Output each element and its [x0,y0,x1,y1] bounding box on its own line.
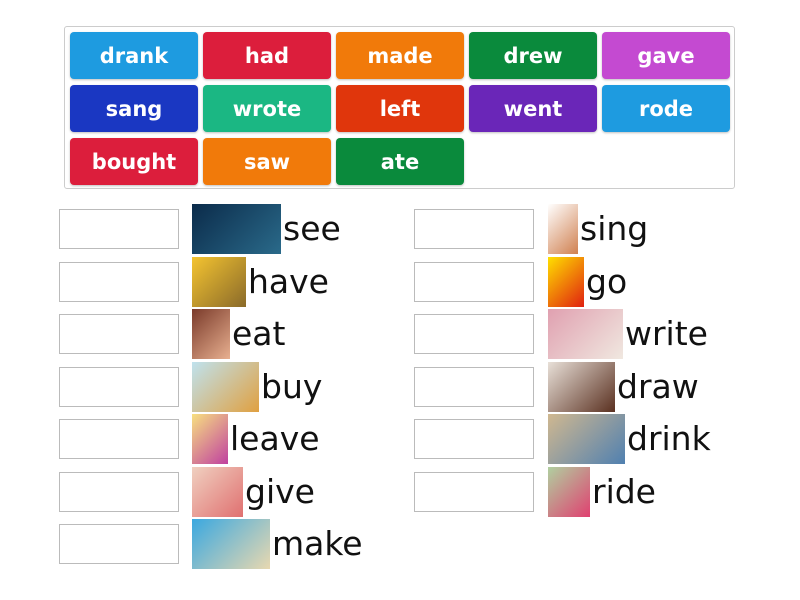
girl-suitcase-picture-icon [192,414,228,464]
prompt-sing: sing [548,204,648,254]
answer-tile-wrote[interactable]: wrote [203,85,331,132]
prompt-buy: buy [192,361,323,412]
drop-slot-sing[interactable] [414,209,534,249]
answer-tile-went[interactable]: went [469,85,597,132]
drop-slot-ride[interactable] [414,471,534,512]
prompt-write: write [548,309,708,359]
answer-tiles-panel: drank had made drew gave sang wrote left went rod… [64,26,735,189]
prompt-word: leave [230,419,320,458]
drop-slot-eat[interactable] [59,314,179,354]
drop-slot-go[interactable] [414,261,534,302]
prompt-word: eat [232,314,286,353]
prompt-word: sing [580,209,649,248]
go-sign-picture-icon [548,256,584,307]
prompt-word: buy [261,366,323,406]
answer-tile-left[interactable]: left [336,85,464,132]
answer-tile-gave[interactable]: gave [602,32,730,79]
girl-eating-picture-icon [192,309,230,359]
answer-tile-drew[interactable]: drew [469,32,597,79]
drawing-picture-icon [548,361,615,412]
eye-picture-icon [192,204,281,254]
prompt-have: have [192,256,329,307]
drop-slot-write[interactable] [414,314,534,354]
prompt-give: give [192,466,315,517]
prompt-eat: eat [192,309,285,359]
drop-slot-drink[interactable] [414,419,534,459]
prompt-go: go [548,256,628,307]
prompt-word: make [272,524,363,563]
beach-picture-icon [192,519,270,569]
drinking-picture-icon [548,414,625,464]
answer-tile-rode[interactable]: rode [602,85,730,132]
drop-slot-draw[interactable] [414,366,534,407]
prompt-make: make [192,519,363,569]
prompt-leave: leave [192,414,320,464]
answer-tile-made[interactable]: made [336,32,464,79]
prompt-word: see [283,209,341,248]
prompt-ride: ride [548,466,656,517]
men-picture-icon [192,256,246,307]
answer-tile-had[interactable]: had [203,32,331,79]
drop-slot-buy[interactable] [59,366,179,407]
prompt-drink: drink [548,414,711,464]
drop-slot-see[interactable] [59,209,179,249]
prompt-word: write [625,314,708,353]
prompt-word: ride [592,471,656,511]
drop-slot-have[interactable] [59,261,179,302]
gift-picture-icon [192,466,243,517]
shopping-picture-icon [192,361,259,412]
singing-girl-picture-icon [548,204,578,254]
prompt-word: draw [617,366,699,406]
answer-tile-ate[interactable]: ate [336,138,464,185]
answer-tile-bought[interactable]: bought [70,138,198,185]
drop-slot-make[interactable] [59,524,179,564]
prompt-word: go [586,261,628,301]
answer-tile-sang[interactable]: sang [70,85,198,132]
prompt-word: have [248,261,329,301]
prompt-word: give [245,471,315,511]
writing-picture-icon [548,309,623,359]
answer-tile-drank[interactable]: drank [70,32,198,79]
prompt-draw: draw [548,361,699,412]
drop-slot-give[interactable] [59,471,179,512]
bike-picture-icon [548,466,590,517]
prompt-see: see [192,204,341,254]
prompt-word: drink [627,419,711,458]
drop-slot-leave[interactable] [59,419,179,459]
answer-tile-saw[interactable]: saw [203,138,331,185]
